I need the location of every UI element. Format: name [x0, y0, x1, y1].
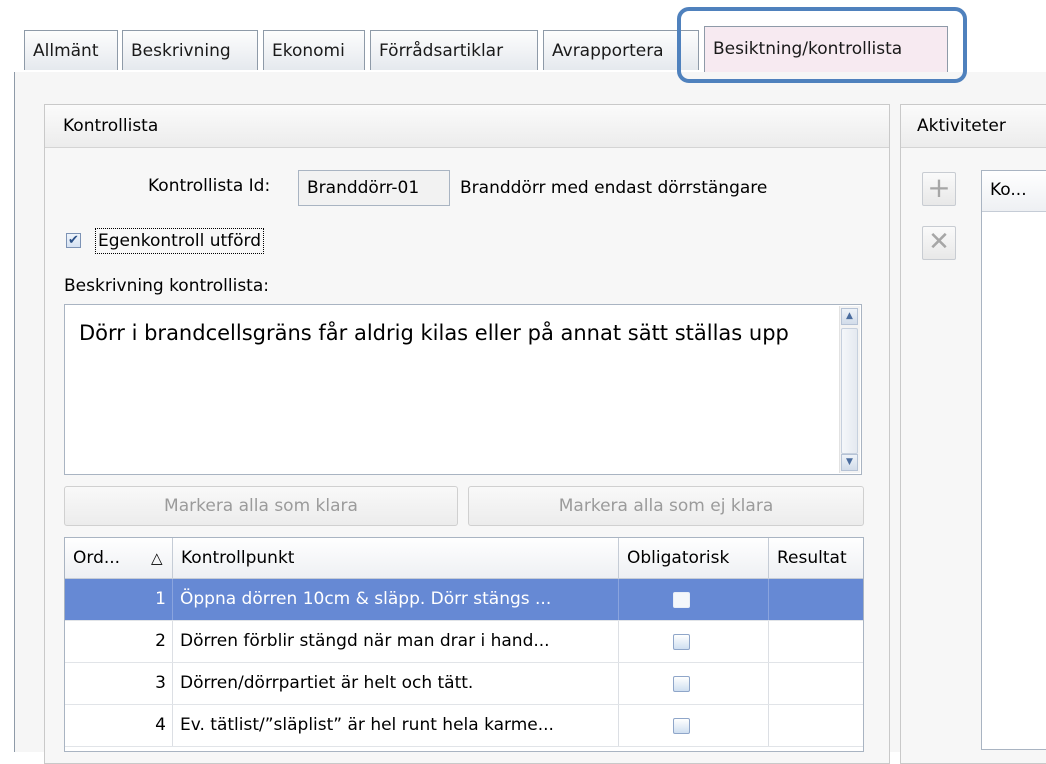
obligatorisk-checkbox[interactable] [673, 634, 690, 650]
table-row[interactable]: 4 Ev. tätlist/”släplist” är hel runt hel… [65, 705, 863, 747]
checkmark-icon: ✔ [68, 233, 79, 248]
tab-label: Avrapportera [552, 41, 664, 61]
beskrivning-textarea[interactable]: Dörr i brandcellsgräns får aldrig kilas … [64, 304, 862, 475]
table-row[interactable]: 1 Öppna dörren 10cm & släpp. Dörr stängs… [65, 579, 863, 621]
column-kontrollpunkt[interactable]: Kontrollpunkt [173, 538, 619, 578]
kontrollista-id-label: Kontrollista Id: [148, 176, 271, 196]
mark-all-done-button[interactable]: Markera alla som klara [64, 486, 458, 526]
tab-highlight-annotation [677, 7, 967, 83]
cell-ord: 3 [65, 663, 173, 704]
scroll-down-icon[interactable]: ▼ [841, 454, 858, 471]
plus-icon: + [927, 171, 951, 204]
cell-kontrollpunkt: Ev. tätlist/”släplist” är hel runt hela … [173, 705, 619, 746]
delete-activity-button[interactable]: ✕ [922, 226, 956, 260]
grid-header: Ord... △ Kontrollpunkt Obligatorisk Resu… [65, 538, 863, 579]
obligatorisk-checkbox[interactable] [673, 592, 690, 608]
egenkontroll-label[interactable]: Egenkontroll utförd [95, 228, 265, 254]
aktiviteter-column-header[interactable]: Ko... [982, 171, 1046, 212]
scroll-thumb[interactable] [841, 328, 858, 454]
beskrivning-label: Beskrivning kontrollista: [64, 276, 269, 296]
kontrollista-header: Kontrollista [45, 105, 889, 148]
tab-avrapportera[interactable]: Avrapportera [543, 30, 699, 70]
cell-obligatorisk [619, 663, 769, 704]
obligatorisk-checkbox[interactable] [673, 676, 690, 692]
cell-resultat[interactable] [769, 579, 863, 620]
egenkontroll-checkbox[interactable]: ✔ [66, 233, 81, 248]
column-ord[interactable]: Ord... △ [65, 538, 173, 578]
cell-obligatorisk [619, 579, 769, 620]
cell-ord: 2 [65, 621, 173, 662]
kontrollista-id-field[interactable]: Branddörr-01 [298, 170, 450, 206]
cell-obligatorisk [619, 705, 769, 746]
tab-label: Beskrivning [131, 41, 231, 61]
cell-kontrollpunkt: Dörren/dörrpartiet är helt och tätt. [173, 663, 619, 704]
table-row[interactable]: 3 Dörren/dörrpartiet är helt och tätt. [65, 663, 863, 705]
tab-label: Förrådsartiklar [379, 41, 504, 61]
cell-obligatorisk [619, 621, 769, 662]
mark-all-not-done-button[interactable]: Markera alla som ej klara [468, 486, 864, 526]
cell-ord: 1 [65, 579, 173, 620]
cell-kontrollpunkt: Dörren förblir stängd när man drar i han… [173, 621, 619, 662]
close-icon: ✕ [928, 227, 950, 257]
column-ord-label: Ord... [73, 548, 121, 568]
beskrivning-scrollbar[interactable]: ▲ ▼ [839, 306, 860, 473]
cell-resultat[interactable] [769, 621, 863, 662]
kontrollpunkt-grid: Ord... △ Kontrollpunkt Obligatorisk Resu… [64, 537, 864, 752]
tab-forradsartiklar[interactable]: Förrådsartiklar [370, 30, 538, 70]
cell-resultat[interactable] [769, 705, 863, 746]
tab-beskrivning[interactable]: Beskrivning [122, 30, 258, 70]
kontrollista-id-description: Branddörr med endast dörrstängare [460, 178, 768, 198]
column-resultat[interactable]: Resultat [769, 538, 863, 578]
tab-label: Allmänt [33, 41, 99, 61]
aktiviteter-list[interactable]: Ko... [981, 170, 1046, 750]
tab-label: Ekonomi [272, 41, 345, 61]
tab-allmant[interactable]: Allmänt [24, 30, 118, 70]
add-activity-button[interactable]: + [922, 172, 956, 206]
scroll-up-icon[interactable]: ▲ [841, 308, 858, 325]
column-obligatorisk[interactable]: Obligatorisk [619, 538, 769, 578]
beskrivning-text: Dörr i brandcellsgräns får aldrig kilas … [79, 321, 789, 345]
cell-ord: 4 [65, 705, 173, 746]
tab-ekonomi[interactable]: Ekonomi [263, 30, 365, 70]
kontrollista-id-value: Branddörr-01 [307, 178, 420, 198]
obligatorisk-checkbox[interactable] [673, 718, 690, 734]
cell-resultat[interactable] [769, 663, 863, 704]
table-row[interactable]: 2 Dörren förblir stängd när man drar i h… [65, 621, 863, 663]
cell-kontrollpunkt: Öppna dörren 10cm & släpp. Dörr stängs .… [173, 579, 619, 620]
aktiviteter-header: Aktiviteter [901, 105, 1046, 148]
sort-ascending-icon: △ [151, 549, 163, 567]
